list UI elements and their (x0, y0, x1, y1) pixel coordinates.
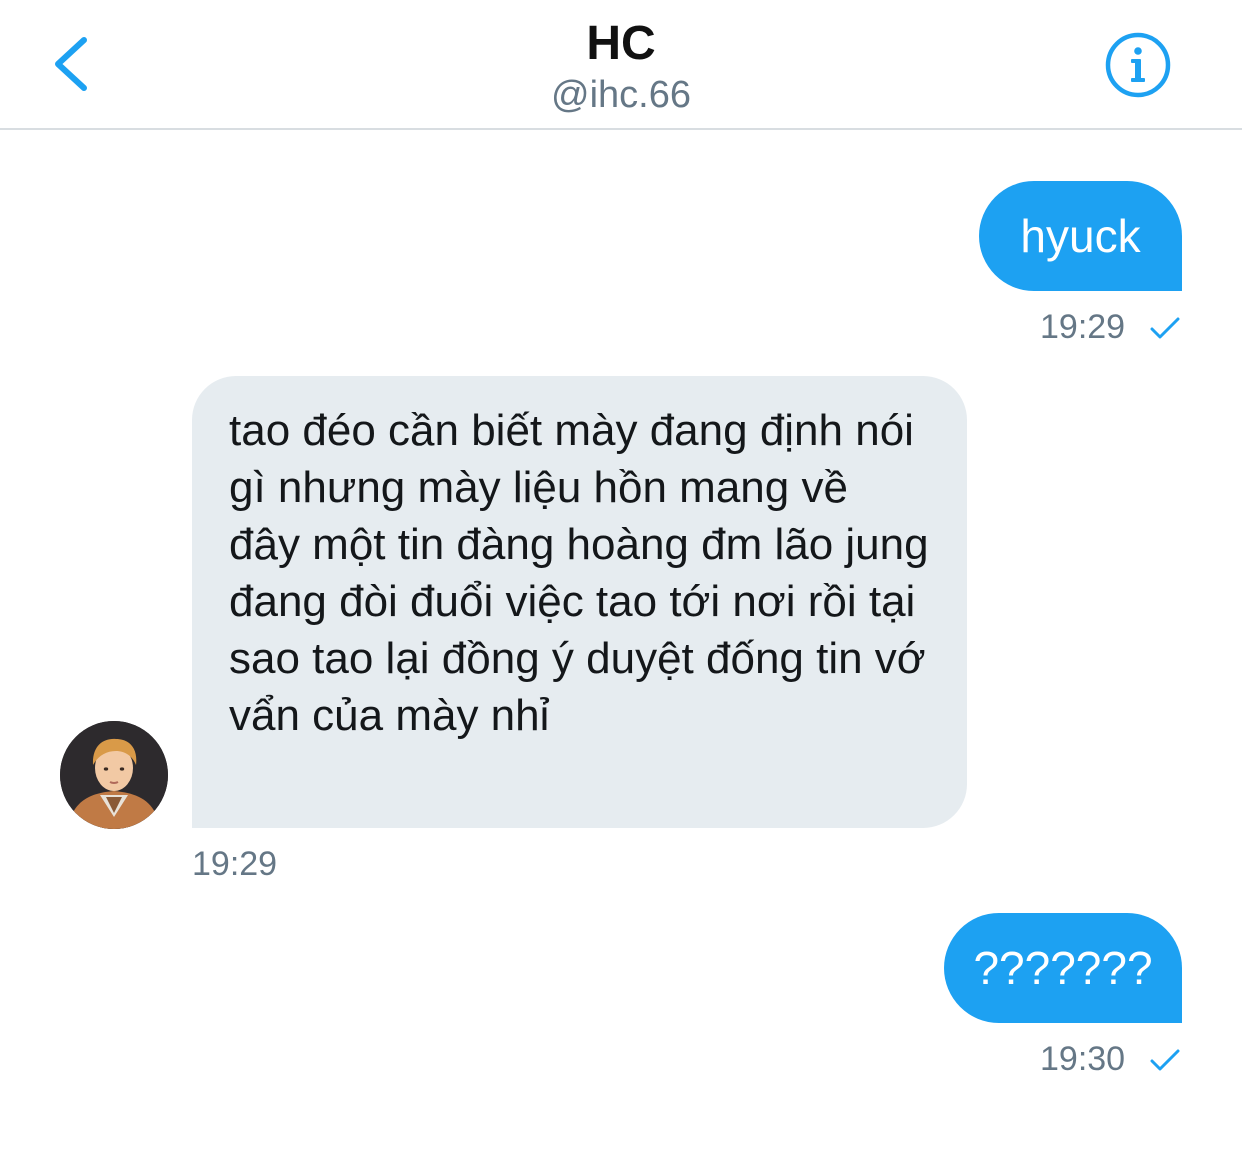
outgoing-message-bubble[interactable]: hyuck (979, 181, 1182, 291)
info-button[interactable] (1104, 31, 1172, 99)
message-timestamp: 19:29 (192, 845, 278, 883)
conversation-header: HC @ihc.66 (0, 0, 1242, 130)
conversation-handle[interactable]: @ihc.66 (0, 74, 1242, 117)
outgoing-message-bubble[interactable]: ??????? (944, 913, 1182, 1023)
message-text: tao đéo cần biết mày đang định nói gì nh… (229, 406, 929, 740)
checkmark-icon (1150, 317, 1180, 339)
avatar-image (60, 721, 168, 829)
incoming-message-bubble[interactable]: tao đéo cần biết mày đang định nói gì nh… (192, 376, 967, 828)
user-avatar[interactable] (60, 721, 168, 829)
conversation-title[interactable]: HC (0, 16, 1242, 71)
message-timestamp: 19:30 (1040, 1040, 1126, 1078)
message-text: hyuck (1020, 210, 1141, 262)
checkmark-icon (1150, 1049, 1180, 1071)
info-circle-icon (1105, 32, 1171, 98)
message-timestamp: 19:29 (1040, 308, 1126, 346)
message-text: ??????? (973, 942, 1153, 994)
